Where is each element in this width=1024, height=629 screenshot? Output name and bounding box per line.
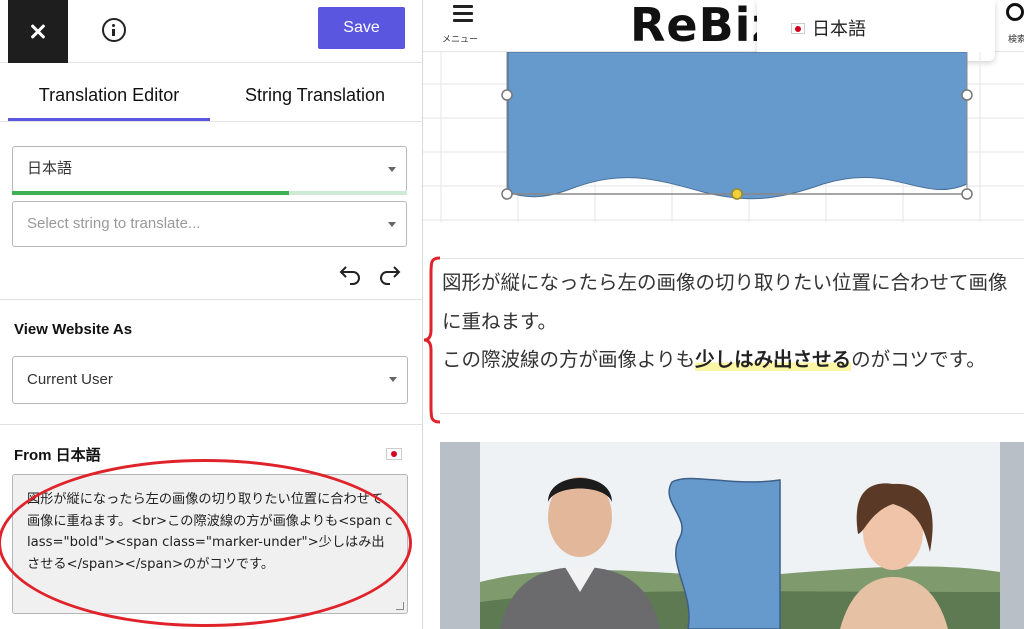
view-as-select[interactable]: Current User — [12, 356, 408, 404]
article-paragraph: 図形が縦になったら左の画像の切り取りたい位置に合わせて画像に重ねます。 この際波… — [440, 258, 1024, 414]
tab-string-translation[interactable]: String Translation — [212, 63, 418, 121]
hamburger-menu-icon[interactable] — [453, 5, 473, 23]
undo-icon[interactable] — [336, 264, 362, 286]
chevron-down-icon — [388, 222, 396, 227]
photo-illustration — [440, 442, 1024, 629]
language-option[interactable]: 日本語 — [812, 15, 866, 41]
japan-flag-icon — [791, 23, 805, 34]
editor-tabs: Translation Editor String Translation — [0, 63, 423, 122]
chevron-down-icon — [388, 167, 396, 172]
menu-label: メニュー — [442, 35, 479, 45]
source-text: 図形が縦になったら左の画像の切り取りたい位置に合わせて画像に重ねます。<br>こ… — [27, 492, 393, 572]
paragraph-line-2-before: この際波線の方が画像よりも — [442, 348, 696, 371]
spreadsheet-image — [423, 52, 1024, 222]
search-icon[interactable] — [1006, 3, 1024, 21]
close-icon[interactable] — [8, 0, 68, 63]
website-preview: メニュー ReBiz 検索 日本語 図形が縦になったら左の画像の切り取りたい位置… — [423, 0, 1024, 629]
view-as-select-value: Current User — [27, 371, 113, 388]
info-icon[interactable] — [102, 18, 126, 42]
paragraph-line-2-after: のがコツです。 — [851, 348, 986, 371]
tab-translation-editor[interactable]: Translation Editor — [8, 63, 210, 121]
translation-progress-bar — [12, 191, 407, 195]
annotation-bracket — [423, 256, 441, 424]
source-text-area[interactable]: 図形が縦になったら左の画像の切り取りたい位置に合わせて画像に重ねます。<br>こ… — [12, 474, 408, 614]
paragraph-line-1: 図形が縦になったら左の画像の切り取りたい位置に合わせて画像に重ねます。 — [442, 271, 1008, 333]
wave-shape-illustration — [423, 52, 1024, 222]
article-photo — [440, 442, 1024, 629]
language-select[interactable]: 日本語 — [12, 146, 407, 192]
string-select-placeholder: Select string to translate... — [27, 215, 201, 232]
chevron-down-icon — [389, 377, 397, 382]
search-label: 検索 — [1008, 35, 1024, 45]
history-controls — [0, 250, 423, 300]
translation-editor-panel: Save Translation Editor String Translati… — [0, 0, 423, 629]
resize-handle-icon[interactable] — [396, 602, 404, 610]
view-website-as-title: View Website As — [14, 321, 133, 338]
editor-topbar: Save — [0, 0, 423, 63]
from-language-title: From 日本語 — [14, 447, 101, 464]
paragraph-highlight: 少しはみ出させる — [695, 348, 852, 371]
japan-flag-icon — [386, 448, 402, 460]
string-select[interactable]: Select string to translate... — [12, 201, 407, 247]
save-button[interactable]: Save — [318, 7, 405, 49]
screen: Save Translation Editor String Translati… — [0, 0, 1024, 629]
translation-progress-fill — [12, 191, 289, 195]
section-divider — [0, 424, 423, 425]
redo-icon[interactable] — [378, 264, 404, 286]
language-select-value: 日本語 — [27, 160, 73, 177]
